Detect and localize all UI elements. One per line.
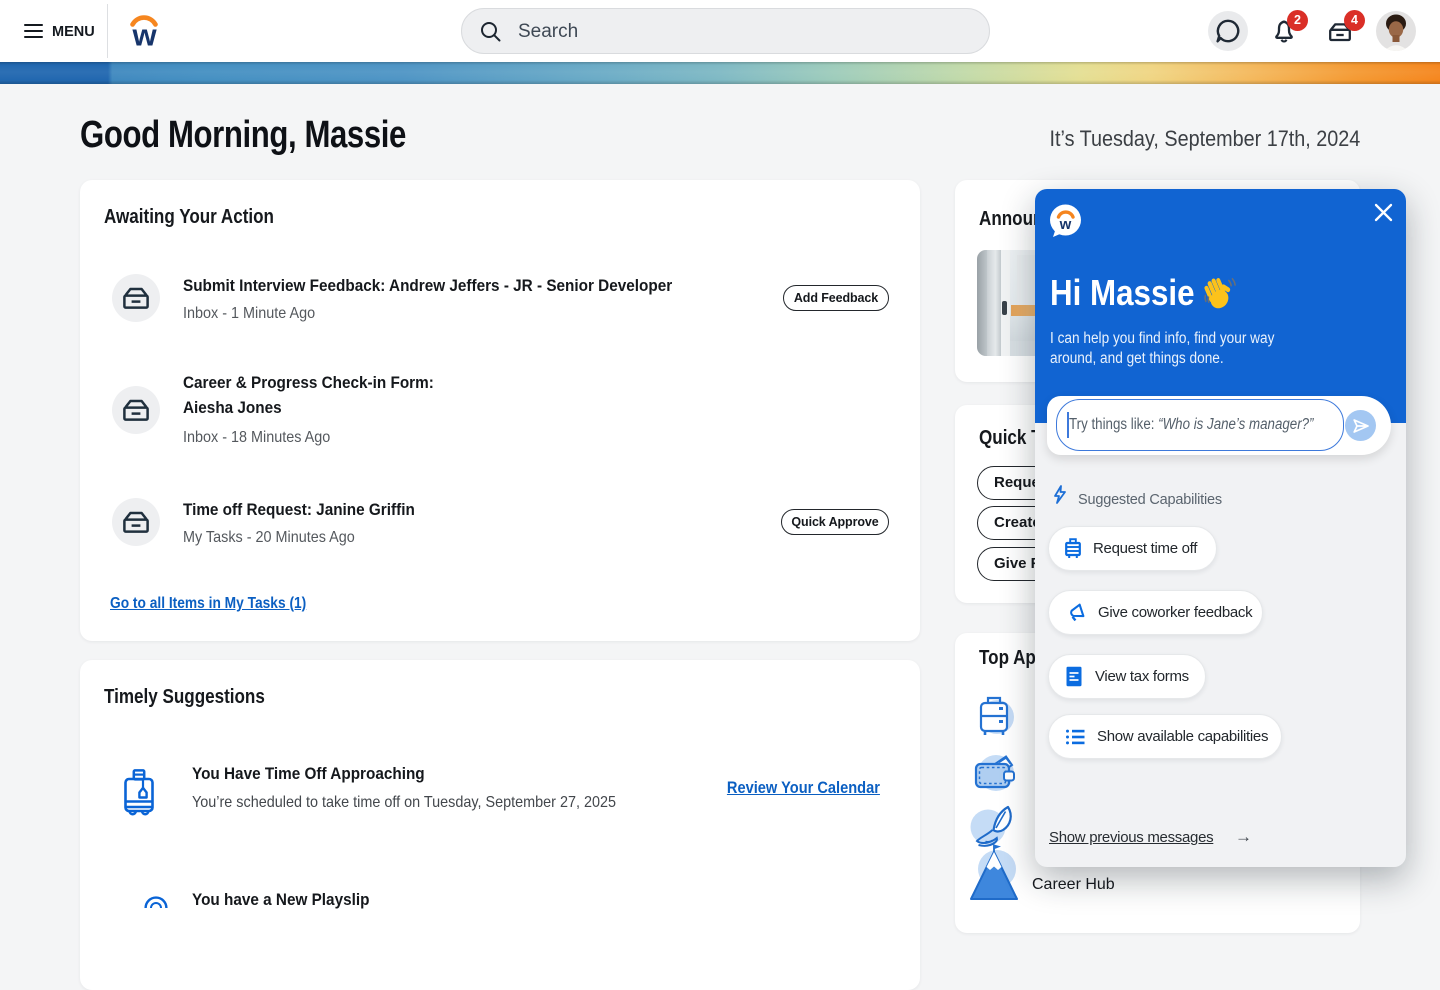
- svg-text:w: w: [1059, 216, 1072, 233]
- svg-text:w: w: [131, 18, 157, 51]
